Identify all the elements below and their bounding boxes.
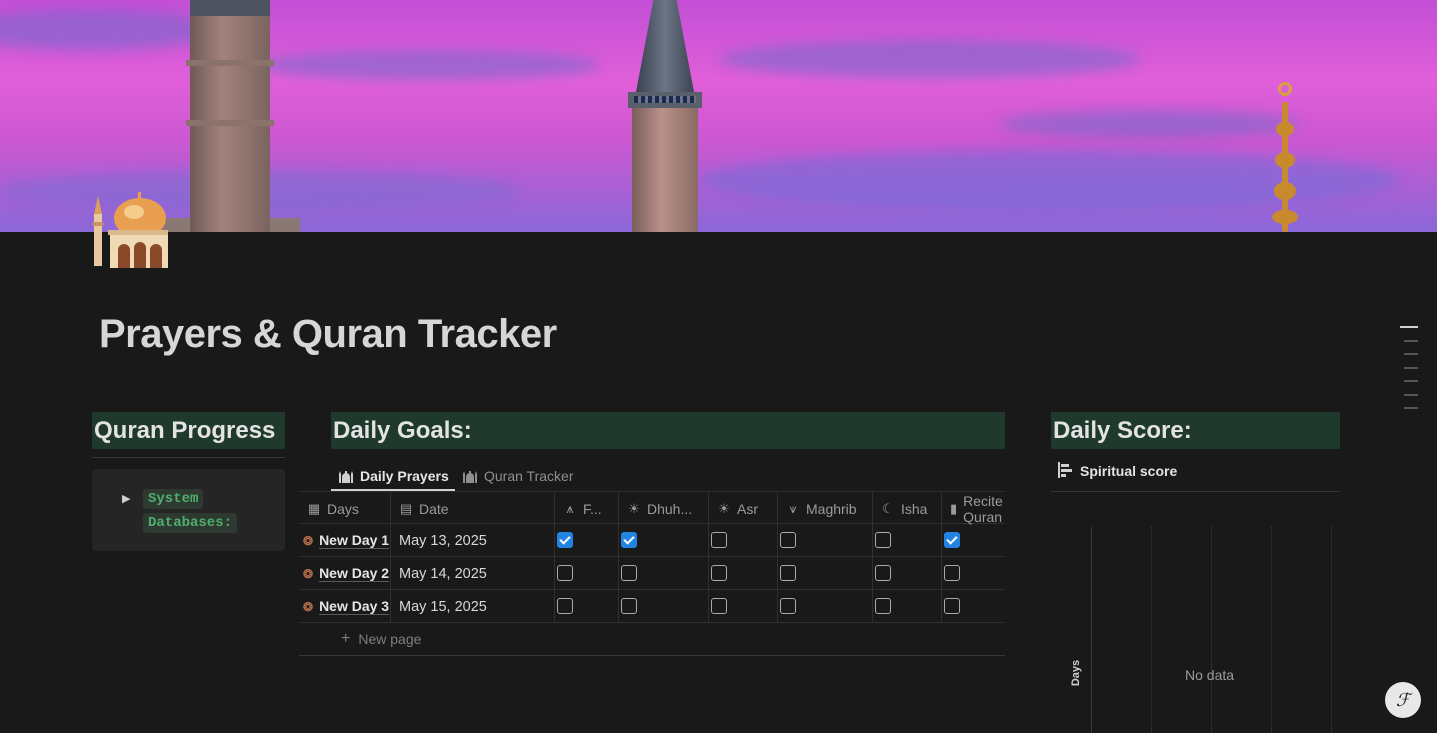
maghrib-checkbox[interactable]	[780, 532, 796, 548]
tab-label: Quran Tracker	[484, 468, 574, 484]
isha-checkbox[interactable]	[875, 598, 891, 614]
prayer-beads-icon: ❂	[303, 599, 314, 614]
dhuhr-checkbox[interactable]	[621, 532, 637, 548]
notion-ai-icon: ℱ	[1395, 689, 1411, 711]
recite-quran-checkbox[interactable]	[944, 532, 960, 548]
calendar-icon: ▤	[399, 500, 413, 516]
column-header-maghrib[interactable]: ⩛ Maghrib	[778, 492, 873, 525]
mosque-icon	[462, 469, 478, 483]
databases-code[interactable]: Databases:	[143, 513, 238, 533]
asr-checkbox[interactable]	[711, 565, 727, 581]
chart-gridline	[1151, 527, 1152, 733]
recite-quran-checkbox[interactable]	[944, 565, 960, 581]
chart-gridline	[1211, 527, 1212, 733]
recite-quran-checkbox[interactable]	[944, 598, 960, 614]
sunrise-icon: ⩚	[566, 500, 574, 516]
dhuhr-checkbox[interactable]	[621, 598, 637, 614]
date-cell[interactable]: May 15, 2025	[391, 590, 555, 623]
minaret-center	[628, 0, 702, 232]
fajr-checkbox[interactable]	[557, 565, 573, 581]
chart-y-axis-label: Days	[1070, 659, 1083, 687]
table-row[interactable]: ❂ New Day 3 May 15, 2025	[299, 590, 1005, 623]
toggle-block	[92, 469, 285, 551]
sunset-icon: ⩛	[789, 500, 797, 516]
chart-y-axis	[1091, 527, 1092, 733]
day-name-cell[interactable]: ❂ New Day 2	[299, 557, 391, 590]
asr-checkbox[interactable]	[711, 532, 727, 548]
spiritual-score-view-tab[interactable]: Spiritual score	[1058, 461, 1177, 481]
daily-goals-heading[interactable]: Daily Goals:	[331, 412, 1005, 449]
table-of-contents-outline[interactable]	[1400, 326, 1418, 421]
page-title[interactable]: Prayers & Quran Tracker	[99, 312, 557, 357]
divider	[92, 457, 285, 458]
system-code[interactable]: System	[143, 489, 204, 509]
spiritual-score-chart[interactable]: Days No data	[1051, 527, 1340, 733]
chart-gridline	[1331, 527, 1332, 733]
maghrib-checkbox[interactable]	[780, 598, 796, 614]
column-header-date[interactable]: ▤ Date	[391, 492, 555, 525]
date-cell[interactable]: May 13, 2025	[391, 524, 555, 557]
new-page-button[interactable]: + New page	[299, 622, 1005, 656]
chart-empty-message: No data	[1185, 667, 1235, 683]
bar-chart-icon	[1058, 461, 1072, 481]
golden-finial	[1270, 82, 1300, 232]
divider	[1051, 491, 1340, 492]
column-header-dhuhr[interactable]: ☀ Dhuh...	[619, 492, 709, 525]
column-header-isha[interactable]: ☾ Isha	[873, 492, 942, 525]
column-header-recite-quran[interactable]: ▮ Recite Quran	[942, 492, 1005, 525]
table-row[interactable]: ❂ New Day 2 May 14, 2025	[299, 557, 1005, 590]
mosque-icon[interactable]	[92, 192, 170, 268]
asr-checkbox[interactable]	[711, 598, 727, 614]
cover-image[interactable]	[0, 0, 1437, 232]
isha-checkbox[interactable]	[875, 532, 891, 548]
moon-icon: ☾	[882, 500, 894, 516]
dhuhr-checkbox[interactable]	[621, 565, 637, 581]
daily-score-heading[interactable]: Daily Score:	[1051, 412, 1340, 449]
tab-label: Daily Prayers	[360, 468, 449, 484]
plus-icon: +	[341, 629, 351, 647]
chart-gridline	[1271, 527, 1272, 733]
maghrib-checkbox[interactable]	[780, 565, 796, 581]
sun-icon: ☀	[628, 500, 640, 516]
tab-quran-tracker[interactable]: Quran Tracker	[462, 461, 573, 491]
book-icon: ▮	[950, 500, 958, 516]
table-row[interactable]: ❂ New Day 1 May 13, 2025	[299, 524, 1005, 557]
day-name-cell[interactable]: ❂ New Day 3	[299, 590, 391, 623]
fajr-checkbox[interactable]	[557, 598, 573, 614]
day-name-cell[interactable]: ❂ New Day 1	[299, 524, 391, 557]
minaret-left	[186, 0, 274, 232]
column-header-days[interactable]: ▦ Days	[299, 492, 391, 525]
fajr-checkbox[interactable]	[557, 532, 573, 548]
table-header-row: ▦ Days ▤ Date ⩚ F... ☀ Dhuh... ☀ Asr ⩛ Maghrib…	[299, 491, 1005, 525]
column-header-fajr[interactable]: ⩚ F...	[555, 492, 619, 525]
toggle-triangle-icon[interactable]: ▶	[122, 492, 130, 505]
help-button[interactable]: ℱ	[1385, 682, 1421, 718]
isha-checkbox[interactable]	[875, 565, 891, 581]
tab-daily-prayers[interactable]: Daily Prayers	[338, 461, 449, 491]
prayer-beads-icon: ❂	[303, 566, 314, 581]
column-header-asr[interactable]: ☀ Asr	[709, 492, 778, 525]
divider	[299, 655, 1005, 656]
mosque-icon	[338, 469, 354, 483]
prayer-beads-icon: ❂	[303, 533, 314, 548]
calendar-icon: ▦	[307, 500, 321, 516]
sun-icon: ☀	[718, 500, 730, 516]
quran-progress-heading[interactable]: Quran Progress	[92, 412, 285, 449]
date-cell[interactable]: May 14, 2025	[391, 557, 555, 590]
